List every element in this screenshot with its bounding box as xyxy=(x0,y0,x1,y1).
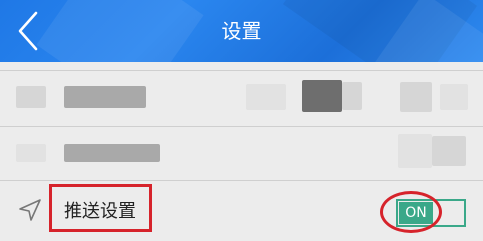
divider xyxy=(0,70,483,71)
blurred-content xyxy=(16,86,46,108)
top-bar: 设置 xyxy=(0,0,483,62)
navigation-arrow-icon xyxy=(19,199,41,221)
divider xyxy=(0,180,483,181)
header-decoration xyxy=(36,0,204,62)
push-toggle[interactable]: ON xyxy=(396,199,466,227)
blurred-content xyxy=(246,84,286,110)
blurred-content xyxy=(400,82,432,112)
chevron-left-icon xyxy=(18,11,38,51)
redacted-row-2[interactable] xyxy=(0,128,483,176)
blurred-content xyxy=(440,84,468,110)
blurred-content xyxy=(64,86,146,108)
blurred-content xyxy=(302,80,342,112)
back-button[interactable] xyxy=(8,8,48,54)
toggle-state-label: ON xyxy=(399,202,433,224)
blurred-content xyxy=(398,134,432,168)
blurred-content xyxy=(342,82,362,110)
blurred-content xyxy=(16,144,46,162)
annotation-box xyxy=(49,184,152,232)
redacted-row-1[interactable] xyxy=(0,72,483,124)
blurred-content xyxy=(64,144,160,162)
divider xyxy=(0,126,483,127)
blurred-content xyxy=(432,136,466,166)
